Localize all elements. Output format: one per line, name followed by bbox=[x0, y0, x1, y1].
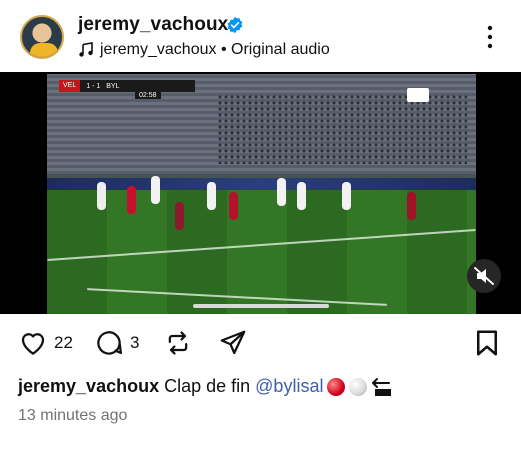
player bbox=[97, 182, 106, 210]
video-progress-bar[interactable] bbox=[193, 304, 329, 308]
player bbox=[127, 186, 136, 214]
match-clock: 02:58 bbox=[135, 92, 161, 99]
ad-boards bbox=[47, 178, 476, 190]
player bbox=[175, 202, 184, 230]
bookmark-icon bbox=[477, 330, 497, 356]
player bbox=[342, 182, 351, 210]
caption-text: Clap de fin bbox=[164, 376, 251, 396]
team2-label: BYL bbox=[106, 82, 120, 90]
end-arrow-emoji bbox=[372, 377, 392, 396]
player bbox=[229, 192, 238, 220]
repost-icon bbox=[168, 331, 188, 355]
audio-link[interactable]: jeremy_vachoux • Original audio bbox=[78, 41, 330, 59]
video-player[interactable]: VEL 1 - 1 BYL 02:58 bbox=[0, 72, 521, 314]
repost-button[interactable] bbox=[164, 328, 192, 358]
caption-username[interactable]: jeremy_vachoux bbox=[18, 376, 159, 397]
muted-speaker-icon bbox=[474, 267, 494, 285]
mute-button[interactable] bbox=[467, 259, 501, 293]
crowd bbox=[217, 94, 467, 164]
player bbox=[297, 182, 306, 210]
avatar[interactable] bbox=[20, 15, 64, 59]
post-username[interactable]: jeremy_vachoux bbox=[78, 14, 228, 36]
player bbox=[407, 192, 416, 220]
share-button[interactable] bbox=[218, 328, 248, 358]
comment-button[interactable]: 3 bbox=[94, 328, 139, 358]
player bbox=[207, 182, 216, 210]
player bbox=[151, 176, 160, 204]
audio-label: jeremy_vachoux • Original audio bbox=[100, 41, 330, 58]
scoreboard: VEL 1 - 1 BYL bbox=[59, 80, 195, 92]
comment-count: 3 bbox=[130, 333, 140, 352]
team1-label: VEL bbox=[59, 80, 81, 92]
music-note-icon bbox=[79, 42, 93, 57]
like-count: 22 bbox=[54, 333, 73, 352]
player bbox=[277, 178, 286, 206]
more-vertical-icon[interactable] bbox=[482, 24, 498, 50]
action-bar: 22 3 bbox=[0, 314, 521, 370]
like-button[interactable]: 22 bbox=[18, 328, 73, 358]
post-timestamp: 13 minutes ago bbox=[18, 407, 128, 424]
white-circle-emoji bbox=[349, 377, 368, 396]
send-icon bbox=[220, 330, 246, 355]
score-label: 1 - 1 bbox=[86, 82, 101, 90]
verified-badge-icon bbox=[227, 16, 243, 34]
channel-logo bbox=[407, 88, 429, 102]
post-caption: jeremy_vachoux Clap de fin @bylisal bbox=[18, 376, 393, 397]
post-header: jeremy_vachoux jeremy_vachoux • Original… bbox=[0, 0, 521, 72]
caption-mention[interactable]: @bylisal bbox=[255, 376, 323, 397]
red-circle-emoji bbox=[327, 377, 346, 396]
save-button[interactable] bbox=[472, 328, 502, 358]
video-frame: VEL 1 - 1 BYL 02:58 bbox=[47, 74, 476, 314]
comment-icon bbox=[97, 331, 122, 355]
heart-icon bbox=[21, 333, 45, 355]
